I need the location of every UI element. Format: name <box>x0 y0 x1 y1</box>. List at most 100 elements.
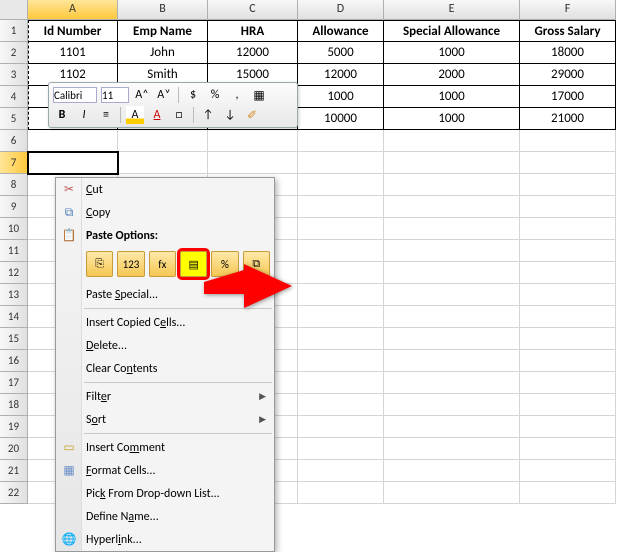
cell[interactable] <box>384 394 520 416</box>
cell[interactable] <box>298 174 384 196</box>
italic-icon[interactable]: I <box>75 106 93 124</box>
cell[interactable]: 17000 <box>520 86 616 108</box>
cell-A1[interactable]: Id Number <box>28 20 118 42</box>
font-name-input[interactable] <box>53 87 97 103</box>
col-header-B[interactable]: B <box>118 0 208 20</box>
row-header[interactable]: 15 <box>0 328 28 350</box>
cell[interactable] <box>520 482 616 504</box>
row-header[interactable]: 5 <box>0 108 28 130</box>
row-header[interactable]: 6 <box>0 130 28 152</box>
cell[interactable] <box>520 284 616 306</box>
cell[interactable]: 1000 <box>384 86 520 108</box>
col-header-A[interactable]: A <box>28 0 118 20</box>
cell[interactable] <box>384 240 520 262</box>
cell[interactable] <box>298 372 384 394</box>
cell[interactable] <box>384 306 520 328</box>
inc-decimal-icon[interactable]: ↑ <box>199 106 217 124</box>
row-header[interactable]: 16 <box>0 350 28 372</box>
dec-decimal-icon[interactable]: ↓ <box>221 106 239 124</box>
cell[interactable] <box>384 350 520 372</box>
cell[interactable]: 29000 <box>520 64 616 86</box>
currency-icon[interactable]: $ <box>184 86 202 104</box>
row-header[interactable]: 21 <box>0 460 28 482</box>
menu-sort[interactable]: Sort▶ <box>56 408 274 431</box>
row-header[interactable]: 7 <box>0 152 28 174</box>
row-header[interactable]: 18 <box>0 394 28 416</box>
menu-copy[interactable]: ⧉Copy <box>56 201 274 224</box>
cell[interactable] <box>208 152 298 174</box>
col-header-F[interactable]: F <box>520 0 616 20</box>
cell[interactable] <box>298 416 384 438</box>
cell[interactable]: 12000 <box>298 64 384 86</box>
paste-all-button[interactable]: ⎘ <box>86 251 113 277</box>
cell[interactable] <box>520 328 616 350</box>
cell[interactable] <box>520 240 616 262</box>
menu-format-cells[interactable]: ▦Format Cells... <box>56 459 274 482</box>
format-icon[interactable]: ▦ <box>250 86 268 104</box>
fill-color-icon[interactable]: A <box>126 106 144 124</box>
cell[interactable]: 10000 <box>298 108 384 130</box>
col-header-C[interactable]: C <box>208 0 298 20</box>
menu-pick-list[interactable]: Pick From Drop-down List... <box>56 482 274 505</box>
cell[interactable] <box>384 438 520 460</box>
cell[interactable] <box>520 306 616 328</box>
cell[interactable] <box>520 262 616 284</box>
cell[interactable] <box>118 130 208 152</box>
menu-hyperlink[interactable]: 🌐Hyperlink... <box>56 528 274 551</box>
cell[interactable] <box>384 372 520 394</box>
cell[interactable] <box>384 262 520 284</box>
cell[interactable] <box>520 152 616 174</box>
menu-insert-comment[interactable]: ▭Insert Comment <box>56 436 274 459</box>
row-header[interactable]: 22 <box>0 482 28 504</box>
cell[interactable] <box>28 130 118 152</box>
cell[interactable] <box>384 482 520 504</box>
row-header[interactable]: 12 <box>0 262 28 284</box>
menu-clear[interactable]: Clear Contents <box>56 357 274 380</box>
grow-font-icon[interactable]: A˄ <box>133 86 151 104</box>
cell[interactable]: 2000 <box>384 64 520 86</box>
cell[interactable] <box>520 130 616 152</box>
cell[interactable] <box>298 130 384 152</box>
cell[interactable]: 1000 <box>384 42 520 64</box>
cell[interactable] <box>298 328 384 350</box>
cell[interactable] <box>384 460 520 482</box>
cell[interactable] <box>298 196 384 218</box>
cell[interactable] <box>298 240 384 262</box>
row-header[interactable]: 1 <box>0 20 28 42</box>
cell[interactable] <box>384 152 520 174</box>
col-header-D[interactable]: D <box>298 0 384 20</box>
cell-E1[interactable]: Special Allowance <box>384 20 520 42</box>
cell[interactable] <box>520 218 616 240</box>
font-color-icon[interactable]: A <box>148 106 166 124</box>
cell[interactable] <box>384 284 520 306</box>
cell[interactable] <box>298 152 384 174</box>
paste-values-button[interactable]: 123 <box>117 251 144 277</box>
cell[interactable] <box>520 460 616 482</box>
cell[interactable] <box>208 130 298 152</box>
col-header-E[interactable]: E <box>384 0 520 20</box>
cell[interactable] <box>298 460 384 482</box>
align-icon[interactable]: ≡ <box>97 106 115 124</box>
cell[interactable]: 5000 <box>298 42 384 64</box>
row-header[interactable]: 4 <box>0 86 28 108</box>
cell[interactable] <box>520 394 616 416</box>
row-header[interactable]: 17 <box>0 372 28 394</box>
row-header[interactable]: 8 <box>0 174 28 196</box>
percent-icon[interactable]: % <box>206 86 224 104</box>
menu-delete[interactable]: Delete... <box>56 334 274 357</box>
comma-icon[interactable]: , <box>228 86 246 104</box>
cell[interactable] <box>384 130 520 152</box>
cell[interactable]: 1000 <box>298 86 384 108</box>
cell[interactable] <box>384 328 520 350</box>
bold-icon[interactable]: B <box>53 106 71 124</box>
cell-B1[interactable]: Emp Name <box>118 20 208 42</box>
cell[interactable]: 18000 <box>520 42 616 64</box>
cell[interactable] <box>298 262 384 284</box>
border-icon[interactable]: □ <box>170 106 188 124</box>
cell[interactable] <box>520 350 616 372</box>
cell[interactable]: 1000 <box>384 108 520 130</box>
menu-define-name[interactable]: Define Name... <box>56 505 274 528</box>
cell[interactable] <box>298 350 384 372</box>
cell[interactable] <box>520 196 616 218</box>
font-size-input[interactable] <box>101 87 129 103</box>
